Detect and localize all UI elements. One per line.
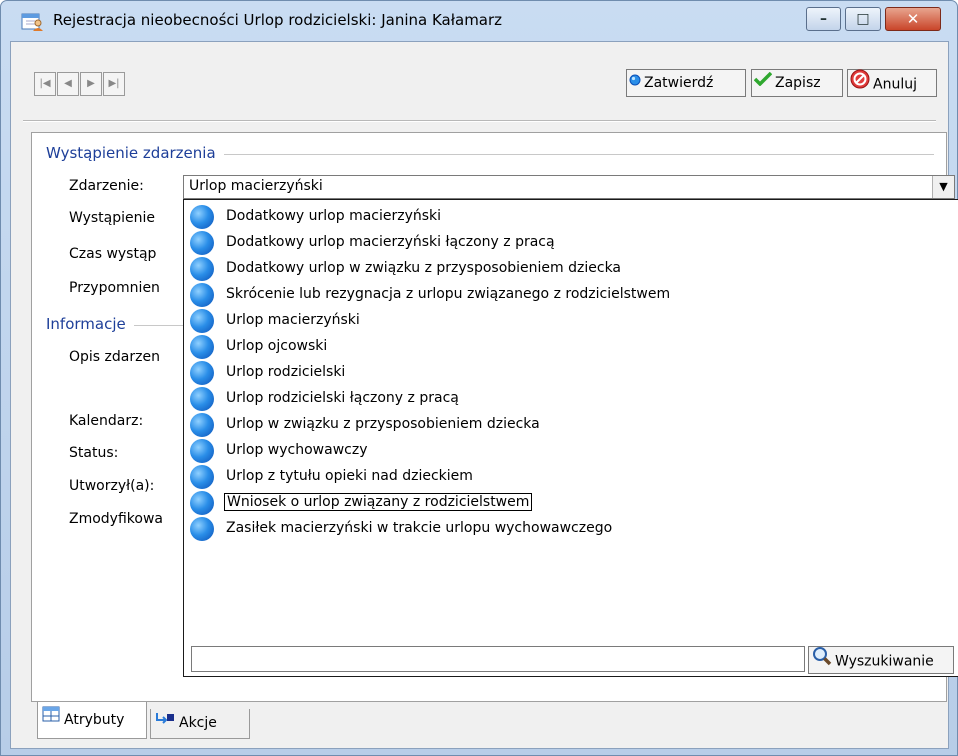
dropdown-list-item-label: Dodatkowy urlop macierzyński łączony z p… bbox=[226, 234, 555, 250]
occurrence-group-title: Wystąpienie zdarzenia bbox=[46, 144, 224, 162]
save-button[interactable]: Zapisz bbox=[751, 69, 843, 97]
tab-attributes-label: Atrybuty bbox=[64, 712, 125, 728]
dropdown-list-item-label: Wniosek o urlop związany z rodzicielstwe… bbox=[224, 493, 533, 511]
save-label: Zapisz bbox=[775, 75, 821, 91]
modified-by-label: Zmodyfikowa bbox=[69, 511, 163, 527]
dropdown-list-item-label: Urlop macierzyński bbox=[226, 312, 360, 328]
dropdown-list-item-label: Dodatkowy urlop w związku z przysposobie… bbox=[226, 260, 622, 276]
dropdown-list-item[interactable]: Urlop wychowawczy bbox=[190, 438, 950, 464]
toolbar-separator bbox=[23, 120, 936, 122]
close-button[interactable]: ✕ bbox=[885, 7, 941, 31]
title-bar[interactable]: Rejestracja nieobecności Urlop rodziciel… bbox=[1, 1, 957, 41]
time-label: Czas wystąp bbox=[69, 246, 157, 262]
info-bullet-icon bbox=[190, 517, 214, 541]
toolbar: |◀ ◀ ▶ ▶| Zatwierdź Zapisz Anuluj bbox=[11, 42, 948, 122]
info-bullet-icon bbox=[190, 361, 214, 385]
dropdown-arrow-icon[interactable]: ▼ bbox=[932, 176, 954, 198]
event-label: Zdarzenie: bbox=[69, 178, 144, 194]
blue-dot-icon bbox=[629, 69, 641, 95]
status-label: Status: bbox=[69, 445, 119, 461]
minimize-icon: – bbox=[820, 11, 827, 27]
window-title: Rejestracja nieobecności Urlop rodziciel… bbox=[53, 11, 503, 29]
attributes-grid-icon bbox=[42, 700, 60, 736]
event-dropdown-list[interactable]: Dodatkowy urlop macierzyński Dodatkowy ur… bbox=[183, 199, 958, 677]
info-bullet-icon bbox=[190, 465, 214, 489]
dropdown-list-item[interactable]: Urlop rodzicielski łączony z pracą bbox=[190, 386, 950, 412]
calendar-label: Kalendarz: bbox=[69, 413, 144, 429]
dropdown-list-item[interactable]: Dodatkowy urlop w związku z przysposobie… bbox=[190, 256, 950, 282]
calendar-person-icon bbox=[21, 12, 45, 32]
dropdown-list-item[interactable]: Urlop w związku z przysposobieniem dziec… bbox=[190, 412, 950, 438]
dropdown-list-item[interactable]: Urlop z tytułu opieki nad dzieckiem bbox=[190, 464, 950, 490]
info-bullet-icon bbox=[190, 491, 214, 515]
first-record-button[interactable]: |◀ bbox=[34, 72, 56, 96]
maximize-icon: □ bbox=[856, 11, 870, 27]
dropdown-list-item-label: Urlop z tytułu opieki nad dzieckiem bbox=[226, 468, 473, 484]
occurrence-label: Wystąpienie bbox=[69, 210, 156, 226]
dropdown-list-item[interactable]: Zasiłek macierzyński w trakcie urlopu wy… bbox=[190, 516, 950, 542]
dropdown-list-item-label: Urlop rodzicielski łączony z pracą bbox=[226, 390, 459, 406]
search-input[interactable] bbox=[191, 646, 805, 672]
cancel-button[interactable]: Anuluj bbox=[847, 69, 937, 97]
created-by-label: Utworzył(a): bbox=[69, 478, 155, 494]
dropdown-list-item[interactable]: Skrócenie lub rezygnacja z urlopu związa… bbox=[190, 282, 950, 308]
next-record-button[interactable]: ▶ bbox=[80, 72, 102, 96]
dropdown-list-item[interactable]: Dodatkowy urlop macierzyński bbox=[190, 204, 950, 230]
description-label: Opis zdarzen bbox=[69, 349, 160, 365]
dropdown-list-item-label: Urlop w związku z przysposobieniem dziec… bbox=[226, 416, 540, 432]
dropdown-list-item[interactable]: Wniosek o urlop związany z rodzicielstwe… bbox=[190, 490, 950, 516]
dropdown-list-item-label: Skrócenie lub rezygnacja z urlopu związa… bbox=[226, 286, 671, 302]
action-arrow-icon bbox=[155, 707, 175, 735]
dropdown-list-item[interactable]: Urlop rodzicielski bbox=[190, 360, 950, 386]
info-bullet-icon bbox=[190, 413, 214, 437]
search-button[interactable]: Wyszukiwanie bbox=[808, 646, 954, 674]
tab-attributes[interactable]: Atrybuty bbox=[37, 702, 147, 739]
event-combobox[interactable]: Urlop macierzyński ▼ bbox=[183, 175, 955, 199]
info-bullet-icon bbox=[190, 257, 214, 281]
cancel-label: Anuluj bbox=[873, 76, 917, 93]
previous-record-button[interactable]: ◀ bbox=[57, 72, 79, 96]
info-group-title: Informacje bbox=[46, 315, 134, 333]
minimize-button[interactable]: – bbox=[806, 7, 841, 31]
confirm-button[interactable]: Zatwierdź bbox=[626, 69, 746, 97]
info-bullet-icon bbox=[190, 439, 214, 463]
info-bullet-icon bbox=[190, 387, 214, 411]
magnifier-icon bbox=[812, 646, 832, 675]
dropdown-list-item-label: Urlop rodzicielski bbox=[226, 364, 346, 380]
no-entry-icon bbox=[850, 69, 870, 98]
attributes-panel: Wystąpienie zdarzenia Zdarzenie: Urlop m… bbox=[31, 132, 958, 702]
info-bullet-icon bbox=[190, 335, 214, 359]
dropdown-list-item[interactable]: Dodatkowy urlop macierzyński łączony z p… bbox=[190, 230, 950, 256]
dropdown-list-item-label: Dodatkowy urlop macierzyński bbox=[226, 208, 442, 224]
maximize-button[interactable]: □ bbox=[845, 7, 881, 31]
dropdown-list-item-label: Zasiłek macierzyński w trakcie urlopu wy… bbox=[226, 520, 613, 536]
last-record-button[interactable]: ▶| bbox=[103, 72, 125, 96]
tab-actions[interactable]: Akcje bbox=[150, 709, 250, 739]
search-button-label: Wyszukiwanie bbox=[835, 653, 934, 670]
dropdown-list-item-label: Urlop ojcowski bbox=[226, 338, 328, 354]
dialog-client-area: |◀ ◀ ▶ ▶| Zatwierdź Zapisz Anuluj Wystąp… bbox=[10, 41, 958, 749]
event-combobox-value: Urlop macierzyński bbox=[189, 178, 323, 194]
info-bullet-icon bbox=[190, 283, 214, 307]
info-bullet-icon bbox=[190, 309, 214, 333]
dialog-window: Rejestracja nieobecności Urlop rodziciel… bbox=[0, 0, 958, 756]
dropdown-list-item[interactable]: Urlop macierzyński bbox=[190, 308, 950, 334]
reminder-label: Przypomnien bbox=[69, 280, 160, 296]
dropdown-list-item[interactable]: Urlop ojcowski bbox=[190, 334, 950, 360]
info-bullet-icon bbox=[190, 231, 214, 255]
close-icon: ✕ bbox=[906, 10, 920, 28]
info-bullet-icon bbox=[190, 205, 214, 229]
tab-actions-label: Akcje bbox=[179, 715, 217, 731]
dropdown-list-item-label: Urlop wychowawczy bbox=[226, 442, 368, 458]
confirm-label: Zatwierdź bbox=[644, 75, 714, 91]
checkmark-icon bbox=[753, 69, 773, 95]
